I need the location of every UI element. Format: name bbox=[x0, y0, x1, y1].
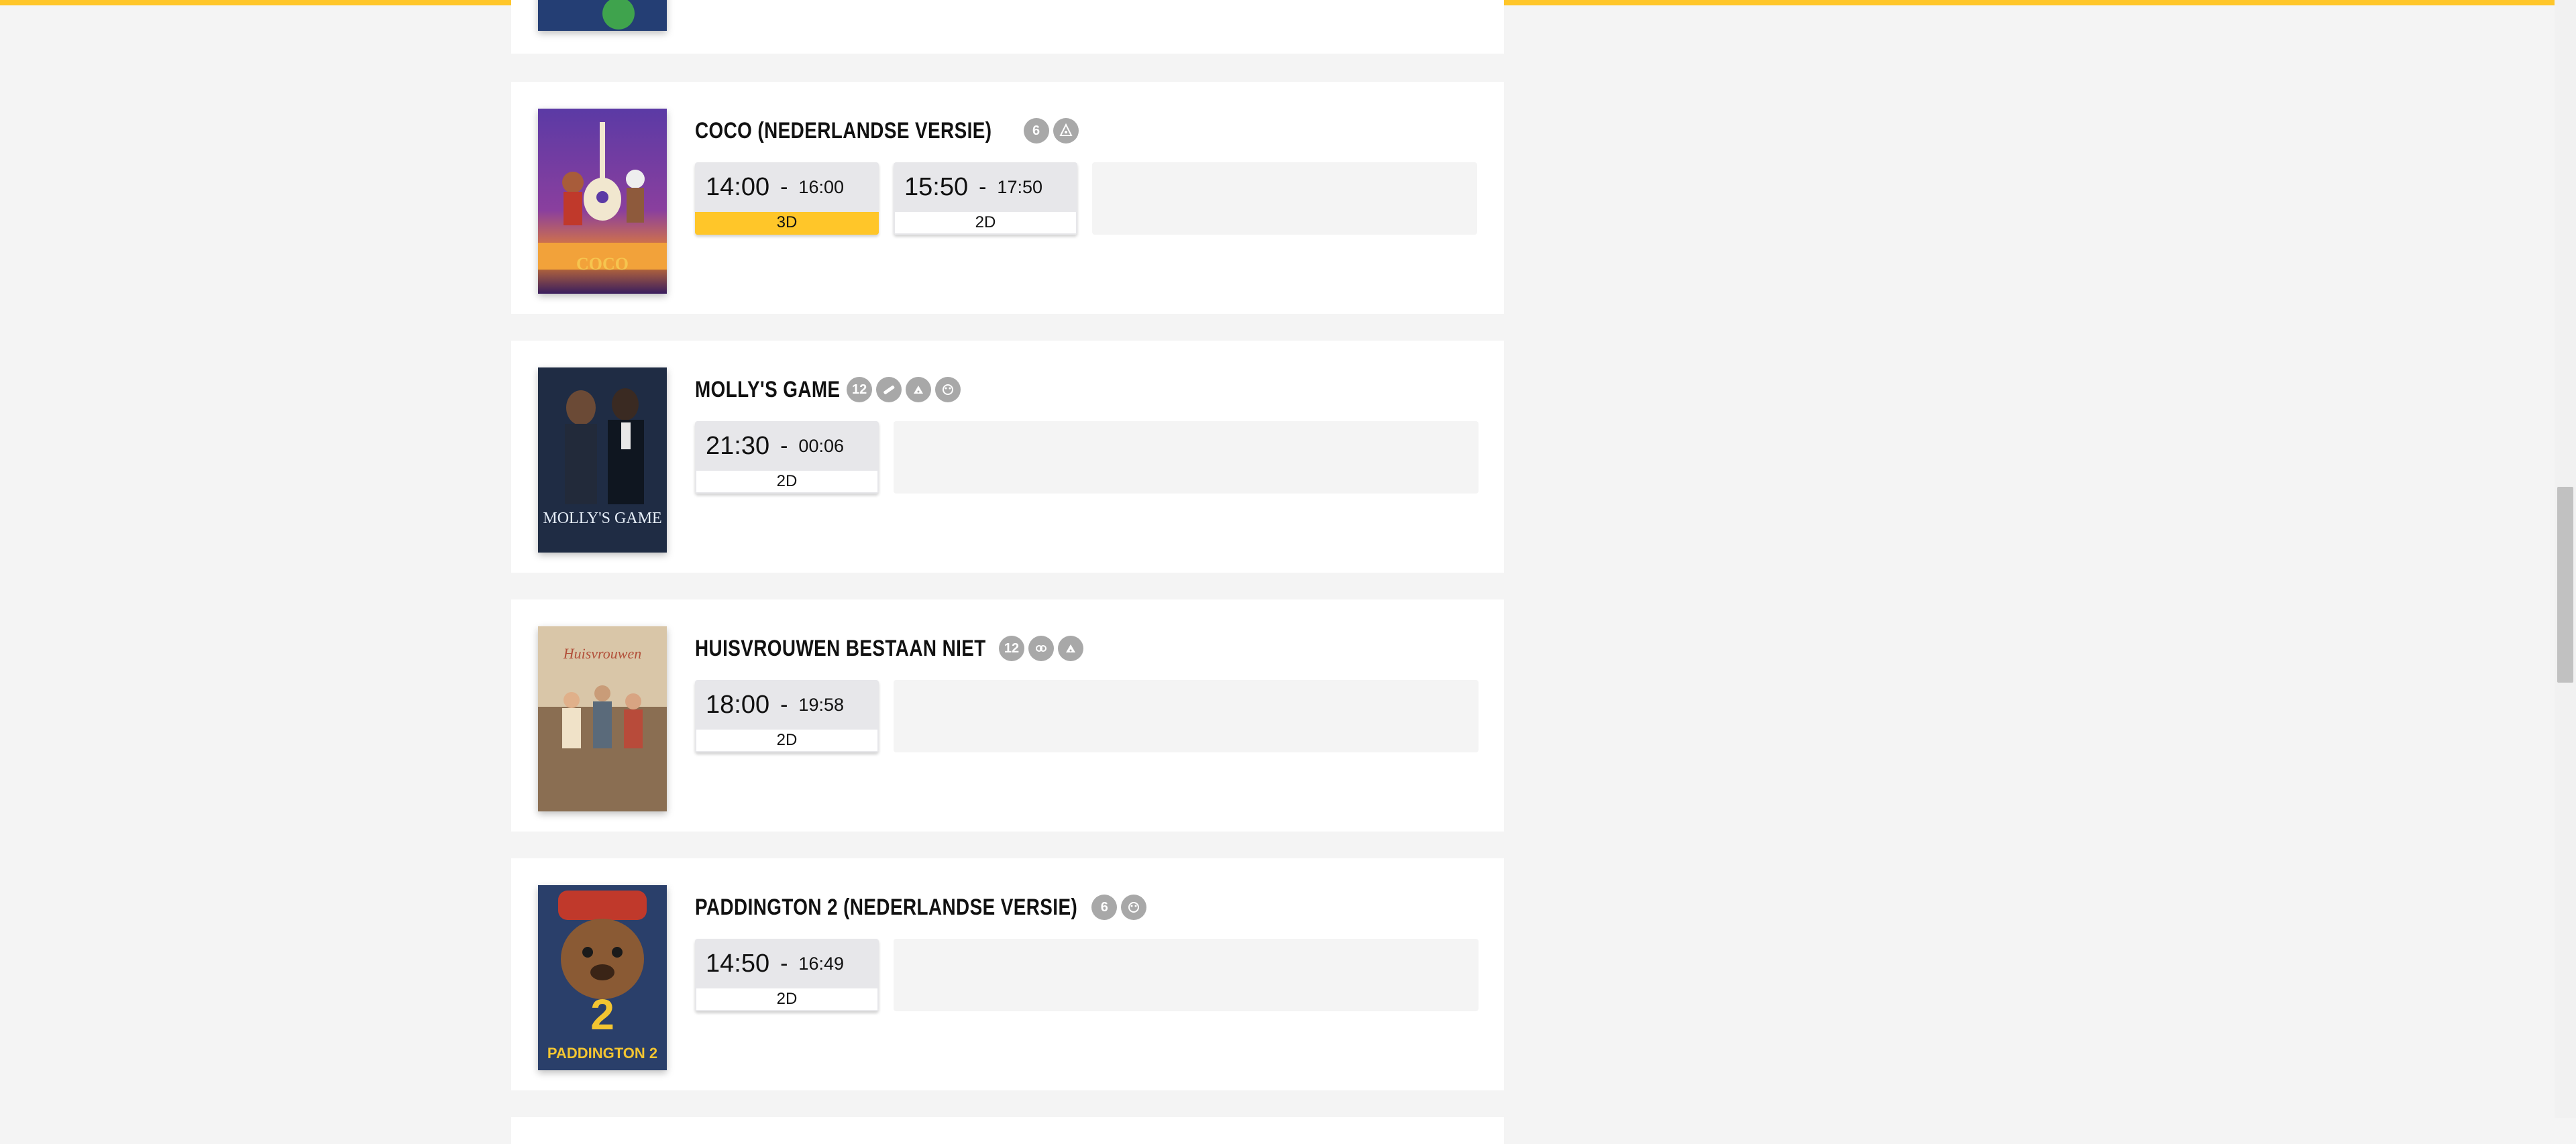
fear-icon bbox=[1053, 118, 1079, 144]
movie-card-next bbox=[511, 1117, 1504, 1144]
showtime-start: 21:30 bbox=[706, 431, 770, 460]
page-scrollbar[interactable] bbox=[2555, 0, 2576, 1118]
showtime-start: 15:50 bbox=[904, 172, 969, 201]
showtime-empty-area bbox=[894, 680, 1479, 752]
age-rating-badge: 6 bbox=[1023, 118, 1049, 144]
showtime-empty-area bbox=[1092, 162, 1477, 235]
showtime-button[interactable]: 15:50 - 17:50 2D bbox=[894, 162, 1077, 235]
age-rating-badge: 12 bbox=[998, 636, 1024, 661]
movie-poster[interactable]: COCO bbox=[538, 109, 667, 294]
showtime-empty-area bbox=[894, 939, 1479, 1011]
movie-poster[interactable] bbox=[538, 0, 667, 31]
showtime-separator: - bbox=[780, 950, 788, 976]
movie-title[interactable]: PADDINGTON 2 (NEDERLANDSE VERSIE) bbox=[695, 895, 1077, 921]
showtime-start: 14:00 bbox=[706, 172, 770, 201]
movie-title[interactable]: MOLLY'S GAME bbox=[695, 377, 841, 403]
sex-icon bbox=[1028, 636, 1054, 661]
movie-card: MOLLY'S GAME MOLLY'S GAME 12 21:30 - 00:… bbox=[511, 341, 1504, 573]
coarse-language-icon bbox=[906, 377, 932, 402]
showtime-start: 14:50 bbox=[706, 949, 770, 978]
movie-title-row: PADDINGTON 2 (NEDERLANDSE VERSIE) 6 bbox=[695, 891, 1147, 924]
svg-text:2: 2 bbox=[590, 990, 614, 1039]
showtime-separator: - bbox=[780, 174, 788, 200]
age-rating-badge: 12 bbox=[847, 377, 873, 402]
showtime-format: 2D bbox=[894, 212, 1077, 235]
showtime-button[interactable]: 18:00 - 19:58 2D bbox=[695, 680, 879, 752]
showtime-end: 00:06 bbox=[798, 435, 844, 456]
showtime-separator: - bbox=[780, 433, 788, 459]
age-rating-badge: 6 bbox=[1091, 895, 1118, 920]
showtime-button[interactable]: 14:50 - 16:49 2D bbox=[695, 939, 879, 1011]
svg-text:Huisvrouwen: Huisvrouwen bbox=[563, 645, 642, 662]
scrollbar-thumb[interactable] bbox=[2557, 487, 2573, 683]
showtime-empty-area bbox=[894, 421, 1479, 494]
showtime-end: 16:00 bbox=[798, 176, 844, 197]
svg-text:PADDINGTON 2: PADDINGTON 2 bbox=[547, 1045, 657, 1062]
svg-text:MOLLY'S GAME: MOLLY'S GAME bbox=[543, 510, 661, 527]
movie-title[interactable]: HUISVROUWEN BESTAAN NIET bbox=[695, 636, 986, 662]
showtime-button[interactable]: 21:30 - 00:06 2D bbox=[695, 421, 879, 494]
coarse-language-icon bbox=[1057, 636, 1083, 661]
showtime-separator: - bbox=[979, 174, 987, 200]
movie-card: COCO COCO (NEDERLANDSE VERSIE) 6 14:00 -… bbox=[511, 82, 1504, 314]
showtime-format: 2D bbox=[695, 988, 879, 1011]
showtime-end: 17:50 bbox=[997, 176, 1042, 197]
svg-text:COCO: COCO bbox=[576, 254, 629, 274]
showtime-format: 2D bbox=[695, 730, 879, 752]
showtime-start: 18:00 bbox=[706, 690, 770, 719]
showtime-format: 2D bbox=[695, 471, 879, 494]
movie-card: 2 PADDINGTON 2 PADDINGTON 2 (NEDERLANDSE… bbox=[511, 858, 1504, 1090]
drugs-icon bbox=[876, 377, 902, 402]
movie-card: Huisvrouwen HUISVROUWEN BESTAAN NIET 12 bbox=[511, 599, 1504, 832]
movie-title-row: COCO (NEDERLANDSE VERSIE) 6 bbox=[695, 114, 1079, 148]
showtime-end: 16:49 bbox=[798, 953, 844, 974]
movie-poster[interactable]: Huisvrouwen bbox=[538, 626, 667, 811]
movie-title-row: HUISVROUWEN BESTAAN NIET 12 bbox=[695, 632, 1083, 665]
showtime-separator: - bbox=[780, 691, 788, 718]
showtime-format: 3D bbox=[695, 212, 879, 235]
movie-card-previous bbox=[511, 0, 1504, 54]
movie-title-row: MOLLY'S GAME 12 bbox=[695, 373, 961, 406]
showtime-button[interactable]: 14:00 - 16:00 3D bbox=[695, 162, 879, 235]
showtime-end: 19:58 bbox=[798, 694, 844, 715]
movie-poster[interactable]: MOLLY'S GAME bbox=[538, 367, 667, 553]
movie-title[interactable]: COCO (NEDERLANDSE VERSIE) bbox=[695, 118, 991, 144]
discrimination-icon bbox=[1121, 895, 1147, 920]
discrimination-icon bbox=[935, 377, 961, 402]
movie-poster[interactable]: 2 PADDINGTON 2 bbox=[538, 885, 667, 1070]
